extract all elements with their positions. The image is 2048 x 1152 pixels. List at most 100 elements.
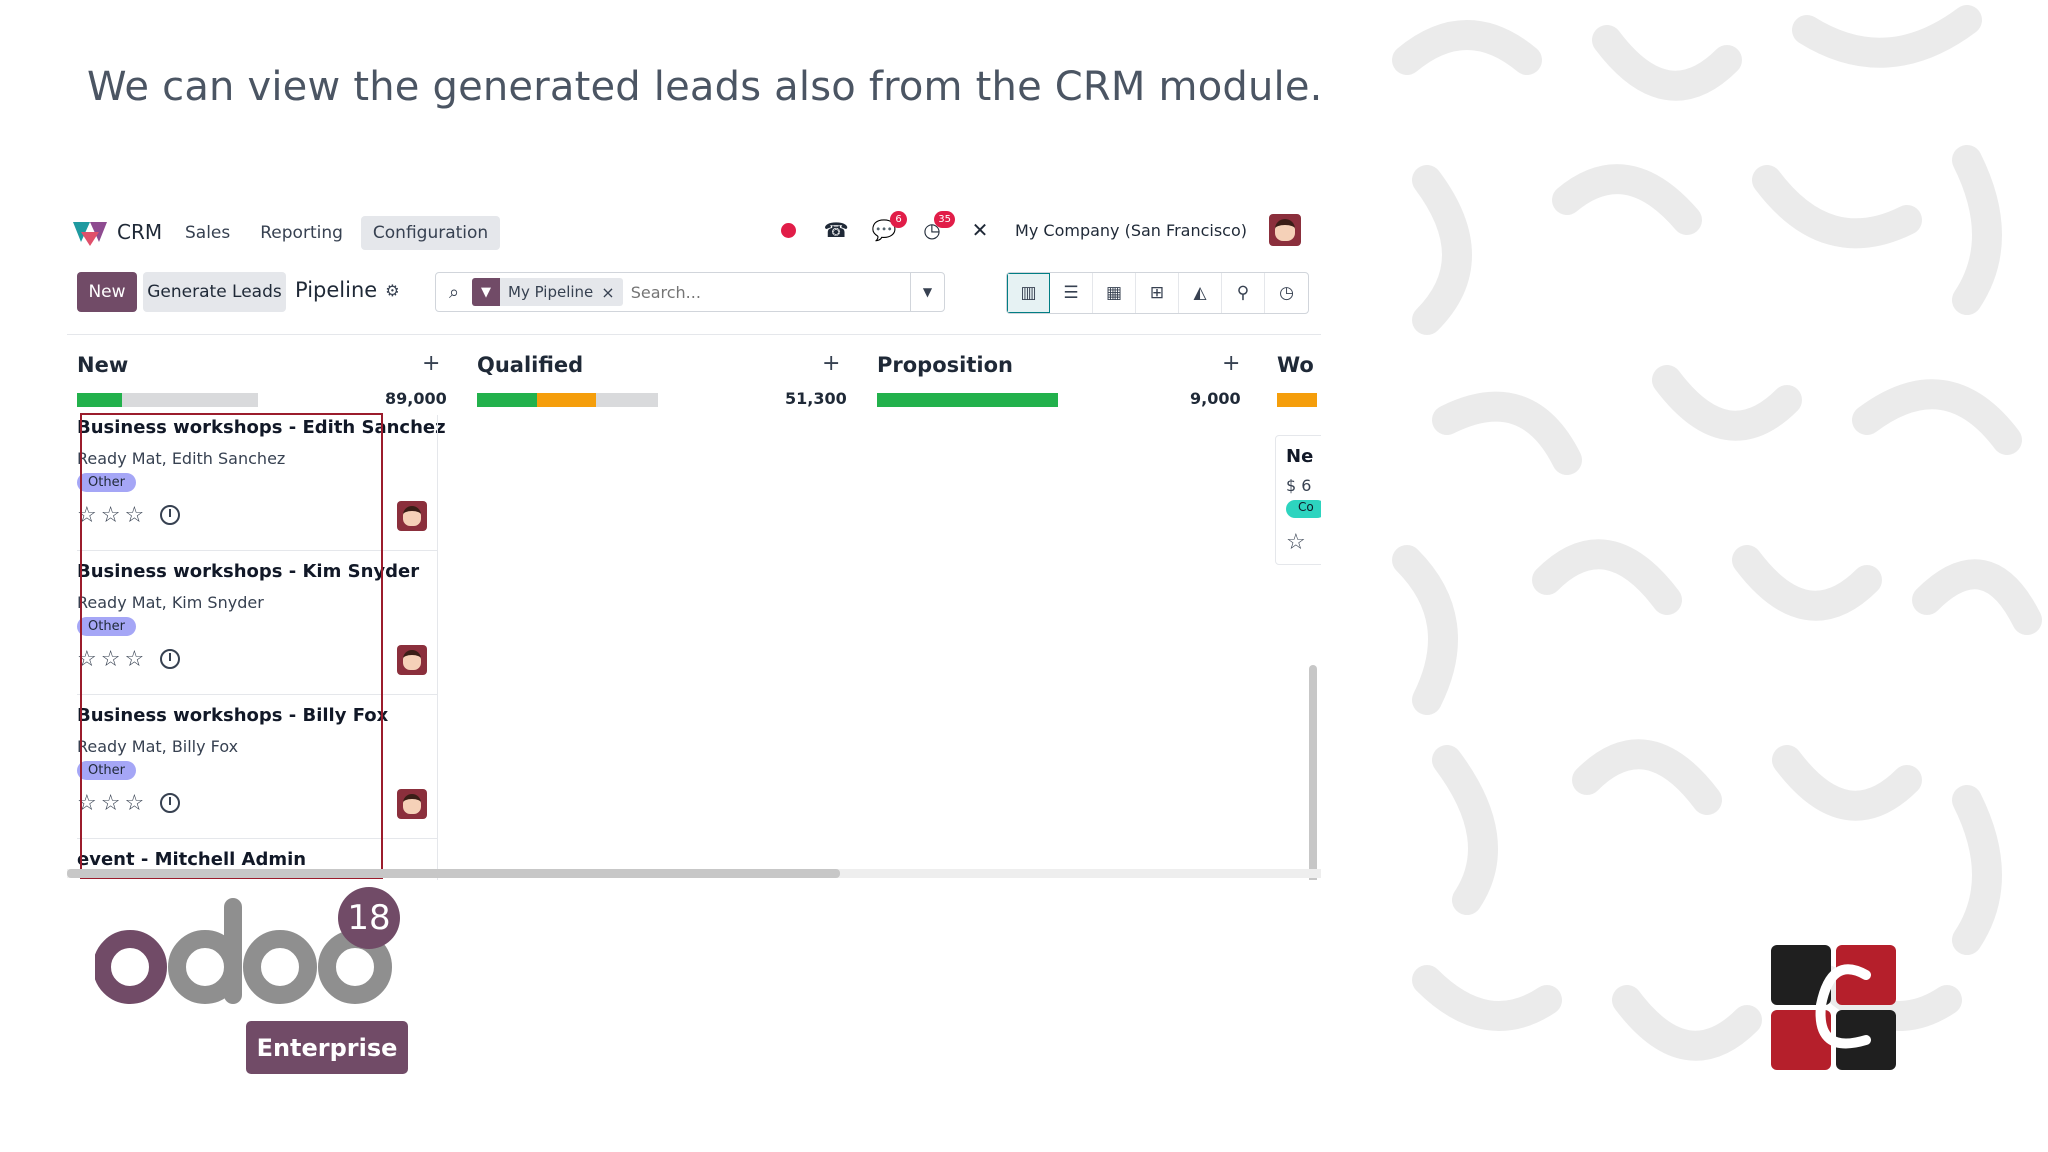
generate-leads-button[interactable]: Generate Leads bbox=[143, 272, 286, 312]
avatar-face bbox=[1275, 219, 1295, 241]
column-divider bbox=[437, 415, 438, 880]
systray: ☎ 💬 6 ◷ 35 ✕ My Company (San Francisco) bbox=[775, 211, 1301, 246]
map-view-icon[interactable]: ⚲ bbox=[1222, 273, 1265, 313]
partial-lead-card[interactable]: Ne $ 6 Co ☆ bbox=[1275, 435, 1321, 565]
menu-sales[interactable]: Sales bbox=[173, 216, 242, 250]
add-card-icon[interactable]: + bbox=[822, 351, 840, 376]
column-total: 51,300 bbox=[785, 389, 847, 408]
priority-stars: ☆ ☆ ☆ bbox=[77, 503, 144, 528]
messages-badge: 6 bbox=[890, 211, 908, 228]
column-title: Proposition bbox=[877, 353, 1013, 377]
activity-clock-icon[interactable] bbox=[160, 649, 180, 669]
column-title: Wo bbox=[1277, 353, 1314, 377]
star-icon[interactable]: ☆ bbox=[101, 503, 121, 528]
lead-card[interactable]: Business workshops - Kim Snyder Ready Ma… bbox=[77, 551, 437, 695]
filter-icon: ▼ bbox=[472, 278, 500, 306]
list-view-icon[interactable]: ☰ bbox=[1050, 273, 1093, 313]
star-icon[interactable]: ☆ bbox=[1286, 530, 1306, 555]
card-title: Business workshops - Billy Fox bbox=[77, 705, 389, 726]
user-avatar[interactable] bbox=[1269, 214, 1301, 246]
vertical-scrollbar[interactable] bbox=[1309, 665, 1317, 880]
card-tag: Other bbox=[77, 617, 136, 636]
card-subtitle: Ready Mat, Kim Snyder bbox=[77, 593, 264, 612]
app-brand[interactable]: CRM bbox=[73, 218, 162, 246]
horizontal-scrollbar[interactable] bbox=[67, 869, 1321, 878]
lead-card[interactable]: Business workshops - Edith Sanchez Ready… bbox=[77, 407, 446, 551]
chevron-down-icon[interactable]: ▼ bbox=[910, 273, 944, 311]
card-title: Business workshops - Kim Snyder bbox=[77, 561, 420, 582]
priority-stars: ☆ ☆ ☆ bbox=[77, 791, 144, 816]
phone-icon[interactable]: ☎ bbox=[823, 217, 849, 243]
progress-orange bbox=[1277, 393, 1317, 407]
graph-view-icon[interactable]: ◭ bbox=[1179, 273, 1222, 313]
column-proposition: Proposition + 9,000 bbox=[867, 335, 1241, 880]
column-progress-bar bbox=[477, 393, 658, 407]
star-icon[interactable]: ☆ bbox=[124, 503, 144, 528]
company-switcher[interactable]: My Company (San Francisco) bbox=[1015, 221, 1247, 240]
scrollbar-thumb[interactable] bbox=[67, 869, 840, 878]
top-navbar: CRM Sales Reporting Configuration ☎ 💬 6 ◷… bbox=[67, 200, 1321, 266]
star-icon[interactable]: ☆ bbox=[101, 647, 121, 672]
add-card-icon[interactable]: + bbox=[1222, 351, 1240, 376]
star-icon[interactable]: ☆ bbox=[77, 791, 97, 816]
menu-configuration[interactable]: Configuration bbox=[360, 216, 501, 250]
menu-reporting[interactable]: Reporting bbox=[248, 216, 355, 250]
activity-clock-icon[interactable] bbox=[160, 793, 180, 813]
gear-icon[interactable]: ⚙ bbox=[385, 281, 399, 300]
activity-clock-icon[interactable] bbox=[160, 505, 180, 525]
breadcrumb: Pipeline ⚙ bbox=[295, 278, 400, 302]
calendar-view-icon[interactable]: ▦ bbox=[1093, 273, 1136, 313]
star-icon[interactable]: ☆ bbox=[124, 791, 144, 816]
pivot-view-icon[interactable]: ⊞ bbox=[1136, 273, 1179, 313]
progress-green bbox=[77, 393, 123, 407]
salesperson-avatar bbox=[397, 645, 427, 675]
lead-card[interactable]: Business workshops - Billy Fox Ready Mat… bbox=[77, 695, 437, 839]
salesperson-avatar bbox=[397, 501, 427, 531]
priority-stars: ☆ ☆ ☆ bbox=[77, 647, 144, 672]
company-logo bbox=[1771, 945, 1896, 1070]
facet-label: My Pipeline bbox=[508, 283, 594, 301]
column-title: Qualified bbox=[477, 353, 584, 377]
card-subtitle: Ready Mat, Billy Fox bbox=[77, 737, 239, 756]
card-tag: Co bbox=[1286, 500, 1321, 518]
card-subtitle: Ready Mat, Edith Sanchez bbox=[77, 449, 286, 468]
tools-icon[interactable]: ✕ bbox=[967, 217, 993, 243]
search-input[interactable] bbox=[630, 282, 910, 302]
search-icon[interactable]: ⌕ bbox=[436, 282, 472, 303]
activity-view-icon[interactable]: ◷ bbox=[1265, 273, 1308, 313]
crm-logo-icon bbox=[73, 222, 107, 246]
star-icon[interactable]: ☆ bbox=[77, 503, 97, 528]
star-icon[interactable]: ☆ bbox=[77, 647, 97, 672]
recording-dot bbox=[780, 222, 796, 238]
activities-icon[interactable]: ◷ 35 bbox=[919, 211, 956, 243]
kanban-view-icon[interactable]: ▥ bbox=[1007, 273, 1050, 313]
filter-facet: ▼ My Pipeline × bbox=[472, 278, 623, 306]
recording-icon[interactable] bbox=[775, 217, 801, 243]
salesperson-avatar bbox=[397, 789, 427, 819]
progress-green bbox=[877, 393, 1058, 407]
card-tag: Other bbox=[77, 473, 136, 492]
close-icon[interactable]: × bbox=[601, 283, 622, 302]
version-badge: 18 bbox=[338, 887, 400, 949]
new-button[interactable]: New bbox=[77, 272, 137, 312]
enterprise-label: Enterprise bbox=[246, 1021, 408, 1074]
column-total: 89,000 bbox=[385, 389, 447, 408]
add-card-icon[interactable]: + bbox=[422, 351, 440, 376]
view-switcher: ▥ ☰ ▦ ⊞ ◭ ⚲ ◷ bbox=[1006, 272, 1309, 314]
progress-orange bbox=[536, 393, 597, 407]
column-qualified: Qualified + 51,300 bbox=[467, 335, 847, 880]
avatar-face bbox=[403, 794, 421, 814]
activities-badge: 35 bbox=[934, 211, 956, 228]
slide-headline: We can view the generated leads also fro… bbox=[87, 64, 1323, 110]
column-total: 9,000 bbox=[1190, 389, 1241, 408]
card-tag: Other bbox=[77, 761, 136, 780]
star-icon[interactable]: ☆ bbox=[101, 791, 121, 816]
app-name: CRM bbox=[117, 220, 163, 244]
star-icon[interactable]: ☆ bbox=[124, 647, 144, 672]
column-title: New bbox=[77, 353, 129, 377]
messages-icon[interactable]: 💬 6 bbox=[871, 211, 908, 243]
column-new: New + 89,000 Business workshops - Edith … bbox=[67, 335, 447, 880]
column-progress-bar bbox=[1277, 393, 1317, 407]
search-bar: ⌕ ▼ My Pipeline × ▼ bbox=[435, 272, 945, 312]
main-menu: Sales Reporting Configuration bbox=[173, 216, 501, 250]
